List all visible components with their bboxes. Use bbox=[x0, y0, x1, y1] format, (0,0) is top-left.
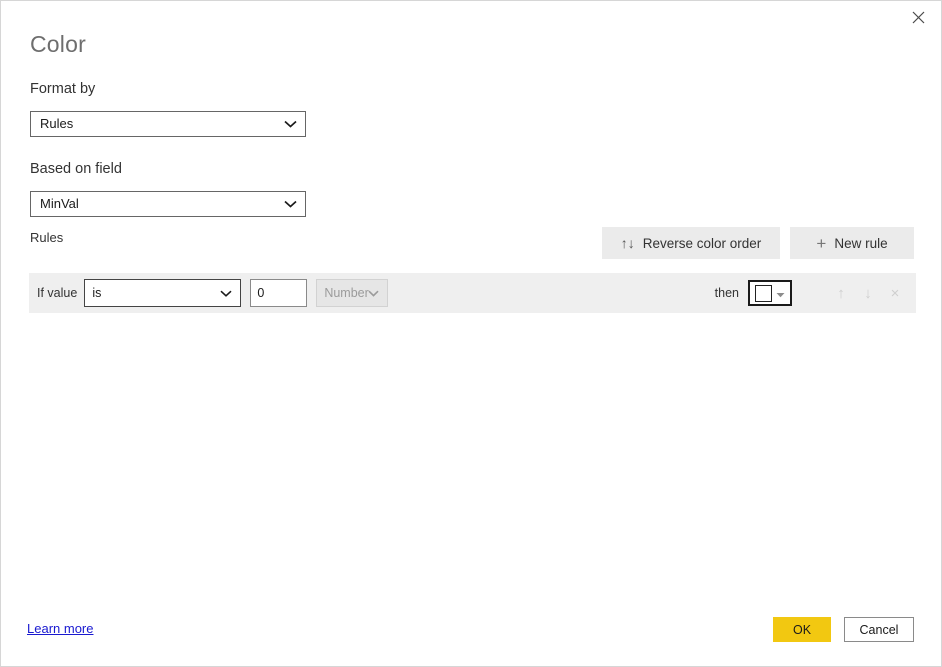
rule-row: If value is Number then bbox=[29, 273, 916, 313]
learn-more-link[interactable]: Learn more bbox=[27, 621, 93, 636]
rule-value-type-select[interactable]: Number bbox=[316, 279, 389, 307]
color-formatting-dialog: Color Format by Rules Based on field Min… bbox=[0, 0, 942, 667]
rule-value-input[interactable] bbox=[250, 279, 308, 307]
format-by-value: Rules bbox=[40, 116, 74, 131]
rule-condition-value: is bbox=[92, 286, 102, 300]
rule-value-type-value: Number bbox=[324, 286, 369, 300]
close-icon bbox=[912, 11, 925, 24]
reverse-color-order-label: Reverse color order bbox=[642, 235, 762, 251]
ok-button[interactable]: OK bbox=[773, 617, 831, 642]
move-rule-up-icon[interactable]: ↑ bbox=[834, 285, 848, 301]
delete-rule-icon[interactable]: × bbox=[888, 285, 902, 301]
rule-color-swatch-button[interactable] bbox=[748, 280, 792, 306]
chevron-down-icon bbox=[368, 286, 379, 300]
plus-icon: + bbox=[816, 233, 827, 253]
move-rule-down-icon[interactable]: ↓ bbox=[861, 285, 875, 301]
sort-up-down-icon: ↑↓ bbox=[620, 235, 635, 251]
rule-condition-select[interactable]: is bbox=[84, 279, 242, 307]
new-rule-label: New rule bbox=[834, 235, 888, 251]
format-by-select[interactable]: Rules bbox=[30, 111, 306, 137]
chevron-down-icon bbox=[776, 286, 785, 301]
rule-row-controls: ↑ ↓ × bbox=[834, 285, 906, 301]
cancel-button[interactable]: Cancel bbox=[844, 617, 914, 642]
chevron-down-icon bbox=[284, 192, 297, 216]
if-value-label: If value bbox=[37, 286, 78, 300]
chevron-down-icon bbox=[220, 286, 232, 300]
then-label: then bbox=[714, 286, 739, 300]
based-on-field-value: MinVal bbox=[40, 196, 79, 211]
color-swatch bbox=[755, 284, 772, 302]
rules-actions: ↑↓ Reverse color order + New rule bbox=[602, 227, 914, 259]
rules-label: Rules bbox=[30, 230, 64, 245]
chevron-down-icon bbox=[284, 112, 297, 136]
format-by-label: Format by bbox=[30, 81, 96, 97]
reverse-color-order-button[interactable]: ↑↓ Reverse color order bbox=[602, 227, 780, 259]
close-button[interactable] bbox=[895, 1, 941, 33]
page-title: Color bbox=[30, 31, 86, 57]
based-on-field-label: Based on field bbox=[30, 161, 122, 177]
new-rule-button[interactable]: + New rule bbox=[790, 227, 914, 259]
rule-condition-group: If value is Number bbox=[29, 279, 389, 307]
rule-result-group: then ↑ ↓ × bbox=[715, 280, 916, 306]
based-on-field-select[interactable]: MinVal bbox=[30, 191, 306, 217]
dialog-footer-buttons: OK Cancel bbox=[773, 617, 914, 642]
